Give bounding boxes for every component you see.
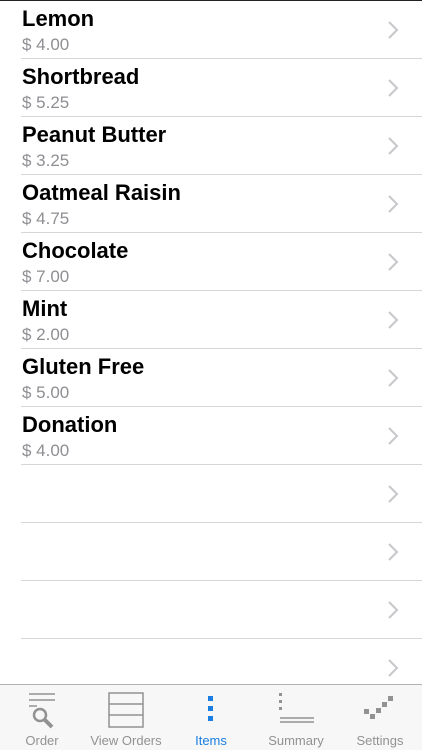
tab-label: Settings [356, 733, 404, 748]
tab-bar: Order View Orders Items Summary Settings [0, 684, 422, 750]
item-price: $ 7.00 [22, 267, 70, 286]
tab-settings[interactable]: Settings [338, 685, 422, 751]
tab-label: View Orders [90, 733, 162, 748]
chevron-right-icon [388, 485, 399, 503]
list-item[interactable]: Lemon $ 4.00 [21, 1, 422, 59]
chevron-right-icon [388, 311, 399, 329]
list-item[interactable]: Gluten Free $ 5.00 [21, 349, 422, 407]
item-price: $ 4.00 [22, 441, 70, 460]
item-name: Chocolate [22, 238, 129, 263]
list-item[interactable]: Donation $ 4.00 [21, 407, 422, 465]
vertical-dots-icon [208, 696, 213, 721]
chevron-right-icon [388, 369, 399, 387]
list-item[interactable]: Mint $ 2.00 [21, 291, 422, 349]
tab-label: Summary [268, 733, 324, 748]
chevron-right-icon [388, 195, 399, 213]
list-item-empty[interactable] [21, 465, 422, 523]
item-price: $ 4.75 [22, 209, 70, 228]
item-price: $ 2.00 [22, 325, 70, 344]
item-name: Peanut Butter [22, 122, 167, 147]
item-price: $ 5.25 [22, 93, 70, 112]
chevron-right-icon [388, 659, 399, 677]
tab-items[interactable]: Items [168, 685, 254, 751]
list-item[interactable]: Oatmeal Raisin $ 4.75 [21, 175, 422, 233]
chevron-right-icon [388, 137, 399, 155]
chevron-right-icon [388, 543, 399, 561]
chevron-right-icon [388, 601, 399, 619]
chevron-right-icon [388, 427, 399, 445]
item-name: Lemon [22, 6, 95, 31]
tab-summary[interactable]: Summary [254, 685, 338, 751]
list-item-empty[interactable] [21, 523, 422, 581]
list-item[interactable]: Peanut Butter $ 3.25 [21, 117, 422, 175]
item-price: $ 4.00 [22, 35, 70, 54]
grid-icon [108, 692, 144, 728]
tab-label: Order [25, 733, 59, 748]
item-name: Mint [22, 296, 68, 321]
tab-view-orders[interactable]: View Orders [84, 685, 168, 751]
item-name: Oatmeal Raisin [22, 180, 181, 205]
item-price: $ 3.25 [22, 151, 70, 170]
chevron-right-icon [388, 79, 399, 97]
item-name: Gluten Free [22, 354, 145, 379]
tab-label: Items [195, 733, 227, 748]
chart-axis-icon [279, 693, 314, 723]
chevron-right-icon [388, 21, 399, 39]
item-name: Shortbread [22, 64, 140, 89]
chevron-right-icon [388, 253, 399, 271]
checkmark-dots-icon [364, 696, 393, 719]
list-item-empty[interactable] [21, 581, 422, 639]
item-name: Donation [22, 412, 118, 437]
list-item[interactable]: Shortbread $ 5.25 [21, 59, 422, 117]
item-price: $ 5.00 [22, 383, 70, 402]
list-item[interactable]: Chocolate $ 7.00 [21, 233, 422, 291]
items-list: Lemon $ 4.00 Shortbread $ 5.25 Peanut Bu… [0, 1, 422, 697]
tab-order[interactable]: Order [0, 685, 84, 751]
magnifier-list-icon [29, 693, 55, 729]
